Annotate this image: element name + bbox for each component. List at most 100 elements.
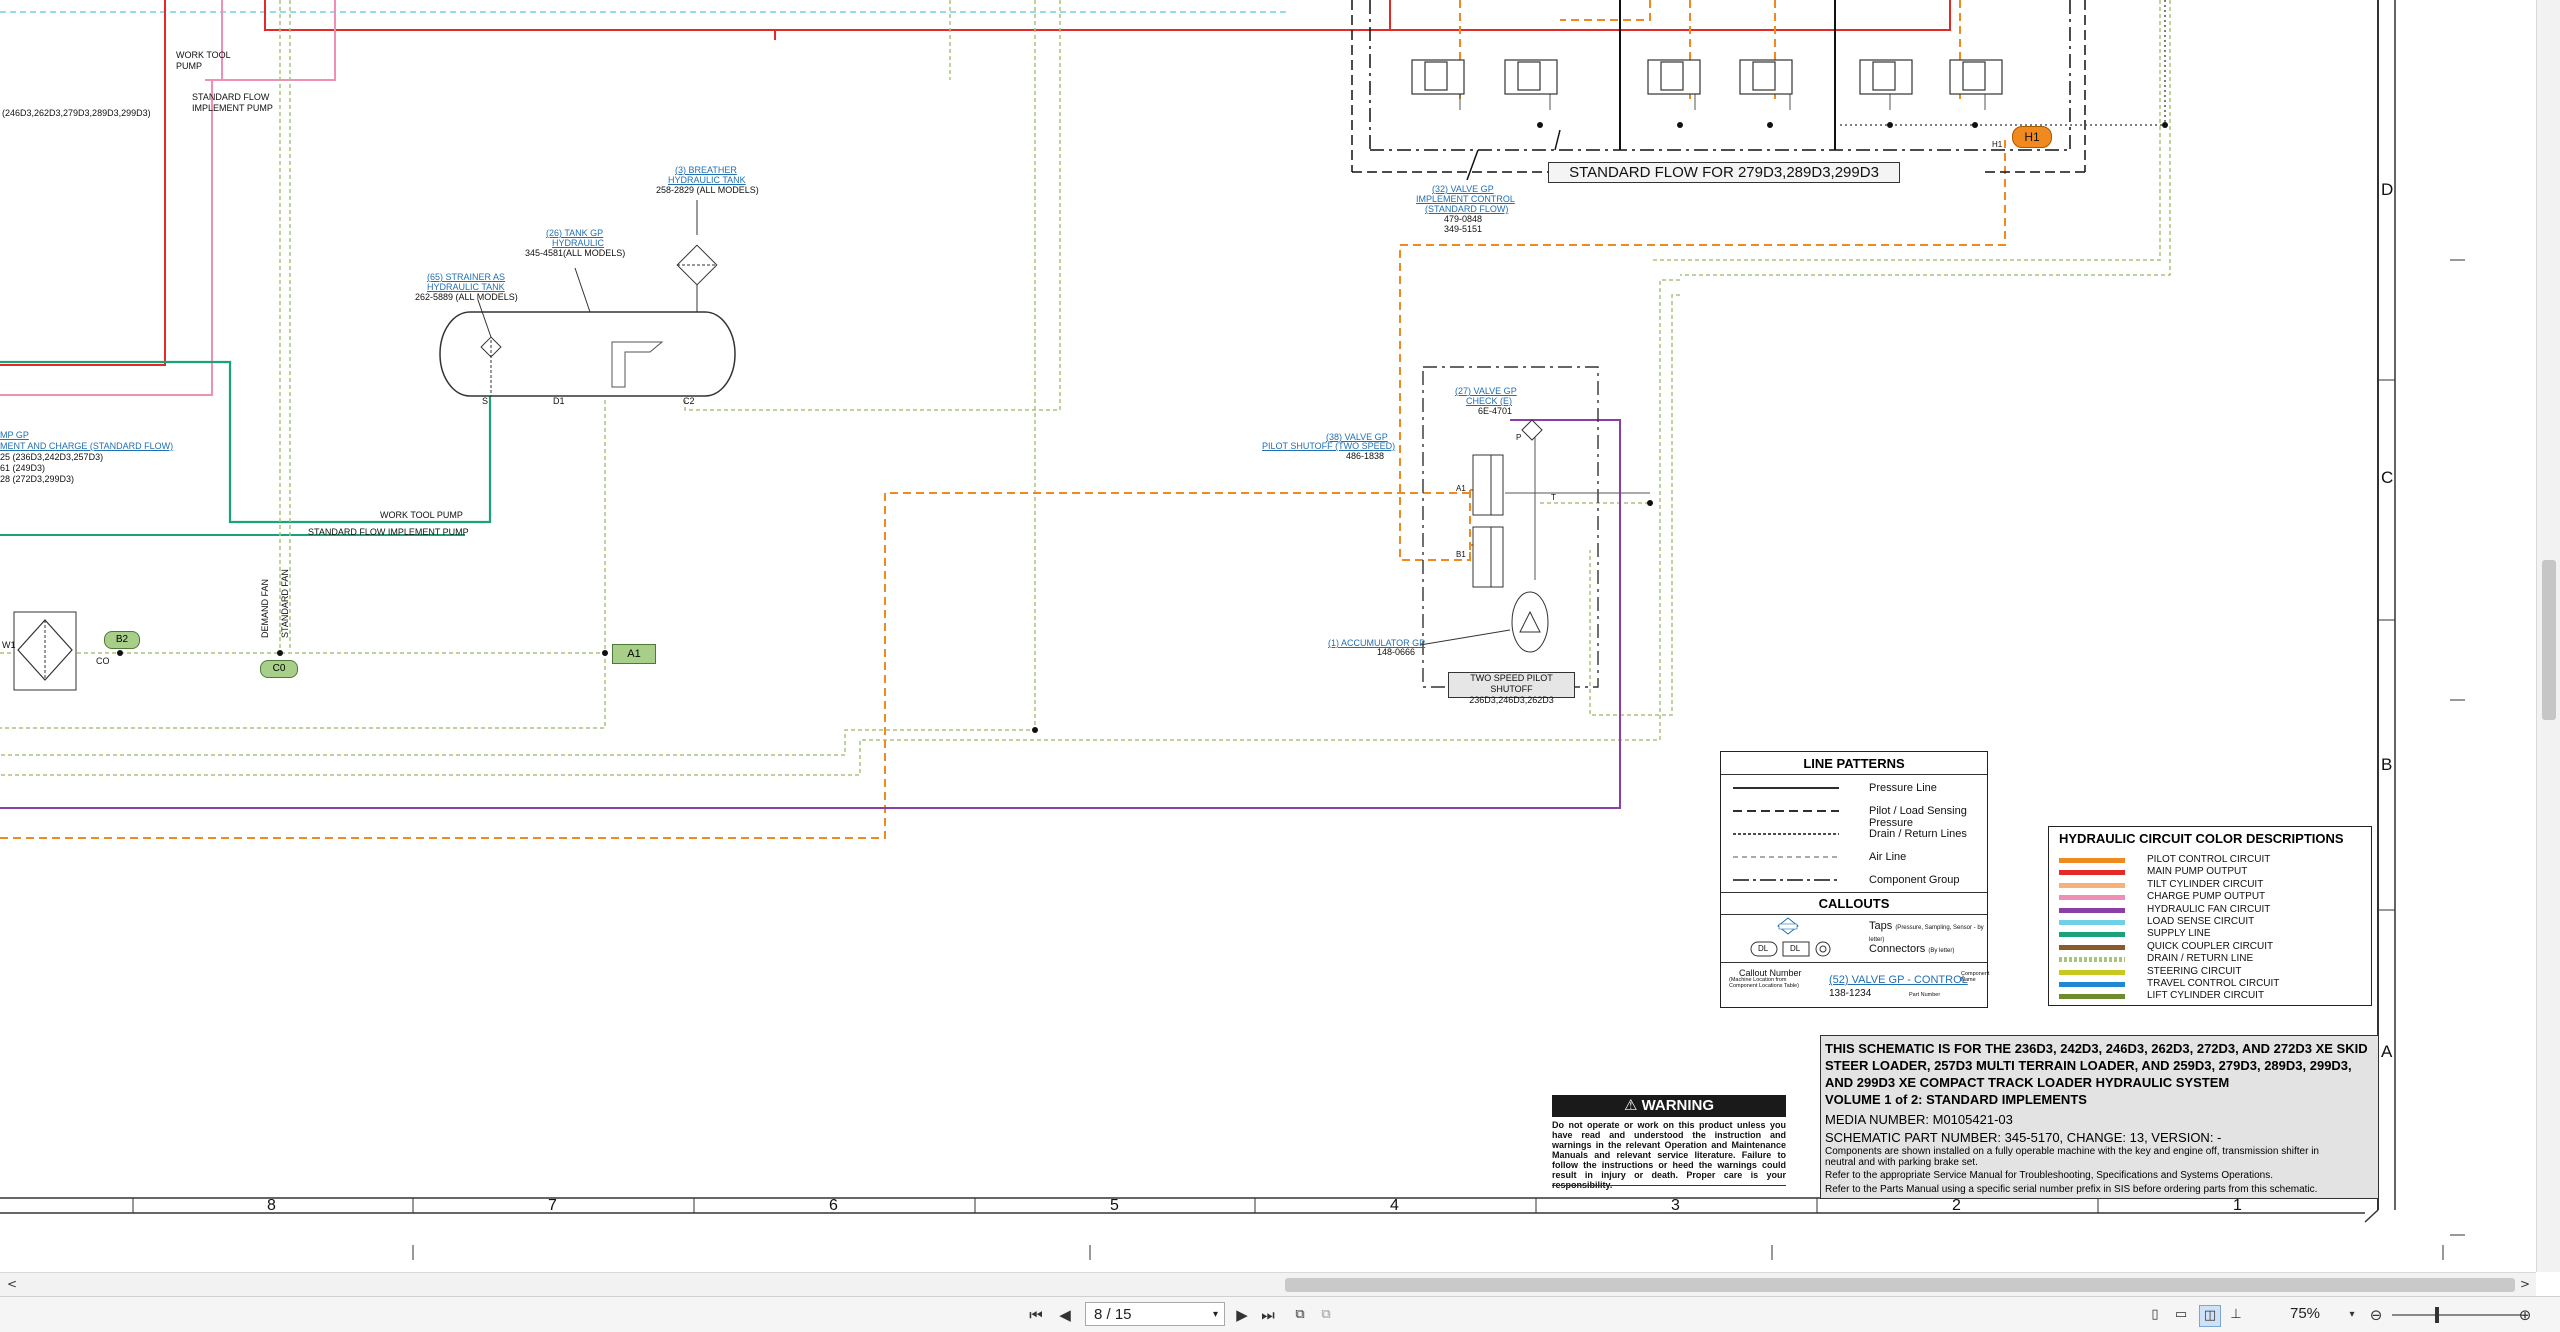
zoom-dropdown-icon[interactable]: ▾ xyxy=(2342,1305,2362,1325)
grid-col-5: 5 xyxy=(1110,1197,1119,1214)
grid-row-a: A xyxy=(2381,1042,2393,1061)
page-number-input[interactable]: 8 / 15 ▾ xyxy=(1085,1302,1225,1326)
horizontal-scroll-thumb[interactable] xyxy=(1285,1278,2515,1292)
grid-col-8: 8 xyxy=(267,1197,276,1214)
check-valve-callout[interactable]: (27) VALVE GP xyxy=(1455,386,1517,396)
color-legend-row: LOAD SENSE CIRCUIT xyxy=(2055,916,2365,929)
vertical-scroll-thumb[interactable] xyxy=(2542,560,2556,720)
page-number-value: 8 / 15 xyxy=(1094,1306,1132,1323)
two-speed-box-line-2: 236D3,246D3,262D3 xyxy=(1469,695,1554,705)
component-name-note: Component Name xyxy=(1961,971,1990,983)
color-swatch xyxy=(2059,957,2125,963)
last-page-icon[interactable]: ⏭ xyxy=(1258,1305,1278,1325)
horizontal-scrollbar[interactable]: < > xyxy=(0,1272,2536,1297)
vertical-scrollbar[interactable] xyxy=(2536,0,2560,1272)
models-label: (246D3,262D3,279D3,289D3,299D3) xyxy=(2,108,151,118)
check-valve-name[interactable]: CHECK (E) xyxy=(1466,396,1512,406)
copy-pages-icon[interactable]: ⧉ xyxy=(1316,1305,1336,1325)
zoom-out-icon[interactable]: ⊖ xyxy=(2366,1305,2386,1325)
zoom-level[interactable]: 75% xyxy=(2290,1305,2320,1322)
single-page-view-icon[interactable]: ▯ xyxy=(2145,1305,2165,1325)
split-view-icon[interactable]: ⊥ xyxy=(2226,1305,2246,1325)
pump-desc-callout[interactable]: MENT AND CHARGE (STANDARD FLOW) xyxy=(0,441,173,451)
color-swatch xyxy=(2059,895,2125,901)
air-line-label: Air Line xyxy=(1869,851,1907,863)
grid-row-b: B xyxy=(2381,755,2393,774)
warning-icon: ⚠ xyxy=(1623,1097,1638,1114)
color-legend-label: CHARGE PUMP OUTPUT xyxy=(2147,891,2266,903)
part-number-note: Part Number xyxy=(1909,992,1941,998)
grid-col-2: 2 xyxy=(1952,1197,1961,1214)
example-callout: (52) VALVE GP - CONTROL xyxy=(1829,974,1968,986)
color-legend-label: LOAD SENSE CIRCUIT xyxy=(2147,916,2255,927)
color-legend-label: QUICK COUPLER CIRCUIT xyxy=(2147,940,2274,952)
color-legend-title: HYDRAULIC CIRCUIT COLOR DESCRIPTIONS xyxy=(2059,831,2344,846)
valve-control-callout[interactable]: (32) VALVE GP xyxy=(1432,184,1494,194)
color-swatch xyxy=(2059,982,2125,987)
grid-row-d: D xyxy=(2381,180,2394,199)
standard-fan-label: STANDARD FAN xyxy=(280,569,290,638)
zoom-slider-track[interactable] xyxy=(2392,1314,2522,1316)
connectors-label: Connectors (By letter) xyxy=(1869,943,1954,955)
color-legend-row: PILOT CONTROL CIRCUIT xyxy=(2055,854,2365,867)
callouts-title: CALLOUTS xyxy=(1818,896,1890,911)
warning-text: Do not operate or work on this product u… xyxy=(1552,1120,1786,1190)
demand-fan-label: DEMAND FAN xyxy=(260,578,270,638)
pump-gp-callout[interactable]: MP GP xyxy=(0,430,29,440)
two-page-view-icon[interactable]: ◫ xyxy=(2199,1305,2221,1327)
two-speed-box-line-1: TWO SPEED PILOT SHUTOFF xyxy=(1470,673,1553,694)
strainer-name[interactable]: HYDRAULIC TANK xyxy=(427,282,505,292)
taps-label-text: Taps xyxy=(1869,920,1893,932)
continuous-view-icon[interactable]: ▭ xyxy=(2171,1305,2191,1325)
line-patterns-legend: LINE PATTERNS Pressure Line Pilot / Load… xyxy=(1720,751,1990,1008)
grid-col-1: 1 xyxy=(2233,1197,2242,1214)
pump-models-1: 25 (236D3,242D3,257D3) xyxy=(0,452,104,462)
valve-control-name-1[interactable]: IMPLEMENT CONTROL xyxy=(1416,194,1515,204)
breather-callout[interactable]: (3) BREATHER xyxy=(675,165,737,175)
zoom-in-icon[interactable]: ⊕ xyxy=(2515,1305,2535,1325)
grid-col-6: 6 xyxy=(829,1197,838,1214)
tank-port-s: S xyxy=(482,396,489,406)
conn-icon-1: DL xyxy=(1758,944,1769,953)
strainer-callout[interactable]: (65) STRAINER AS xyxy=(427,272,505,282)
breather-name[interactable]: HYDRAULIC TANK xyxy=(668,175,746,185)
color-legend-row: DRAIN / RETURN LINE xyxy=(2055,953,2365,966)
color-legend-row: TILT CYLINDER CIRCUIT xyxy=(2055,879,2365,892)
save-copy-icon[interactable]: ⧉ xyxy=(1290,1305,1310,1325)
h1-connector-tag: H1 xyxy=(2012,126,2052,148)
color-legend-label: DRAIN / RETURN LINE xyxy=(2147,953,2254,965)
color-swatch xyxy=(2059,858,2125,863)
pump-models-2: 61 (249D3) xyxy=(0,463,46,473)
c0-connector-tag: C0 xyxy=(260,660,298,678)
tank-callout[interactable]: (26) TANK GP xyxy=(546,228,603,238)
first-page-icon[interactable]: ⏮ xyxy=(1026,1305,1046,1325)
title-note-1: Components are shown installed on a full… xyxy=(1825,1146,2319,1168)
tank-name[interactable]: HYDRAULIC xyxy=(552,238,604,248)
title-media: MEDIA NUMBER: M0105421-03 xyxy=(1825,1112,2013,1127)
valve-control-part-1: 479-0848 xyxy=(1444,214,1483,224)
color-legend: HYDRAULIC CIRCUIT COLOR DESCRIPTIONS PIL… xyxy=(2048,826,2372,1006)
next-page-icon[interactable]: ▶ xyxy=(1232,1305,1252,1325)
color-swatch xyxy=(2059,920,2125,925)
title-note-3: Refer to the Parts Manual using a specif… xyxy=(1825,1184,2318,1195)
standard-flow-pump-label: STANDARD FLOW IMPLEMENT PUMP xyxy=(192,92,273,113)
scroll-right-icon[interactable]: > xyxy=(2515,1274,2535,1294)
b2-connector-tag: B2 xyxy=(104,631,140,649)
prev-page-icon[interactable]: ◀ xyxy=(1055,1305,1075,1325)
color-swatch xyxy=(2059,870,2125,876)
valve-control-name-2[interactable]: (STANDARD FLOW) xyxy=(1425,204,1508,214)
pilot-shutoff-part: 486-1838 xyxy=(1346,451,1385,461)
color-legend-row: LIFT CYLINDER CIRCUIT xyxy=(2055,990,2365,1003)
color-legend-row: QUICK COUPLER CIRCUIT xyxy=(2055,940,2365,954)
color-legend-row: STEERING CIRCUIT xyxy=(2055,966,2365,979)
conn-icon-2: DL xyxy=(1790,944,1801,953)
tank-part: 345-4581(ALL MODELS) xyxy=(525,248,626,258)
h1-small-label: H1 xyxy=(1992,140,2003,149)
scroll-left-icon[interactable]: < xyxy=(2,1274,22,1294)
callout-samples xyxy=(1750,917,1831,957)
warning-header: ⚠ WARNING xyxy=(1552,1095,1786,1117)
zoom-slider-thumb[interactable] xyxy=(2435,1307,2439,1323)
color-legend-label: MAIN PUMP OUTPUT xyxy=(2147,866,2248,878)
page-dropdown-icon[interactable]: ▾ xyxy=(1213,1303,1218,1327)
pilot-shutoff-name[interactable]: PILOT SHUTOFF (TWO SPEED) xyxy=(1262,441,1395,451)
